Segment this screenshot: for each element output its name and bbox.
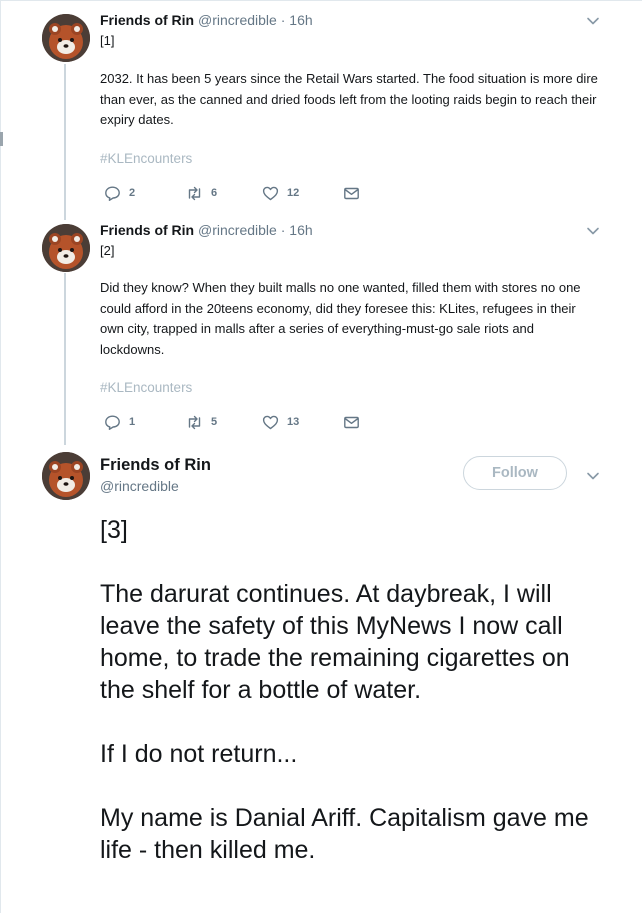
reply-button[interactable]: 1 — [104, 412, 135, 432]
heart-icon — [262, 415, 279, 429]
retweet-icon — [188, 415, 201, 429]
tweet-paragraph: My name is Danial Ariff. Capitalism gave… — [100, 804, 589, 864]
author-name[interactable]: Friends of Rin — [100, 455, 211, 475]
retweet-button[interactable]: 6 — [186, 183, 217, 203]
chevron-down-icon[interactable] — [586, 469, 600, 483]
heart-icon — [262, 186, 279, 200]
chevron-down-icon[interactable] — [586, 14, 600, 28]
direct-message-button[interactable] — [343, 183, 360, 203]
like-count: 13 — [287, 416, 300, 428]
tweet-header: Friends of Rin @rincredible · 16h — [100, 221, 313, 239]
tweet-paragraph: The darurat continues. At daybreak, I wi… — [100, 580, 570, 704]
reply-button[interactable]: 2 — [104, 183, 135, 203]
retweet-button[interactable]: 5 — [186, 412, 217, 432]
tweet-paragraph: [3] — [100, 516, 128, 544]
retweet-icon — [188, 186, 201, 200]
tweet-text: [3] The darurat continues. At daybreak, … — [100, 514, 610, 866]
tweet-paragraph: If I do not return... — [100, 740, 298, 768]
author-name[interactable]: Friends of Rin — [100, 222, 194, 238]
red-panda-avatar-image — [42, 452, 90, 500]
separator-dot: · — [280, 12, 286, 28]
follow-button[interactable]: Follow — [463, 456, 567, 490]
red-panda-avatar-image — [42, 14, 90, 62]
reply-icon — [105, 186, 120, 201]
timestamp[interactable]: 16h — [289, 222, 312, 238]
author-handle[interactable]: @rincredible — [198, 222, 277, 238]
reply-count: 2 — [129, 187, 136, 199]
retweet-count: 5 — [211, 416, 218, 428]
tweet-header: Friends of Rin @rincredible · 16h — [100, 11, 313, 29]
reply-count: 1 — [129, 416, 136, 428]
envelope-icon — [344, 416, 359, 428]
tweet-text: 2032. It has been 5 years since the Reta… — [100, 71, 598, 127]
timestamp[interactable]: 16h — [289, 12, 312, 28]
chevron-down-icon[interactable] — [586, 224, 600, 238]
avatar[interactable] — [42, 14, 90, 62]
tweet-index-label: [1] — [100, 33, 115, 48]
tweet-2[interactable]: Friends of Rin @rincredible · 16h [2] Di… — [0, 210, 642, 445]
like-button[interactable]: 13 — [262, 412, 299, 432]
hashtag-link[interactable]: #KLEncounters — [100, 151, 192, 166]
reply-icon — [105, 415, 120, 430]
avatar[interactable] — [42, 224, 90, 272]
like-count: 12 — [287, 187, 300, 199]
author-handle[interactable]: @rincredible — [100, 477, 179, 495]
tweet-1[interactable]: Friends of Rin @rincredible · 16h [1] 20… — [0, 0, 642, 210]
hashtag-link[interactable]: #KLEncounters — [100, 380, 192, 395]
author-handle[interactable]: @rincredible — [198, 12, 277, 28]
red-panda-avatar-image — [42, 224, 90, 272]
tweet-index-label: [2] — [100, 243, 115, 258]
retweet-count: 6 — [211, 187, 218, 199]
separator-dot: · — [280, 222, 286, 238]
like-button[interactable]: 12 — [262, 183, 299, 203]
envelope-icon — [344, 187, 359, 199]
author-name[interactable]: Friends of Rin — [100, 12, 194, 28]
avatar[interactable] — [42, 452, 90, 500]
tweet-text: Did they know? When they built malls no … — [100, 280, 581, 357]
direct-message-button[interactable] — [343, 412, 360, 432]
main-tweet: Friends of Rin @rincredible Follow [3] T… — [0, 445, 642, 913]
